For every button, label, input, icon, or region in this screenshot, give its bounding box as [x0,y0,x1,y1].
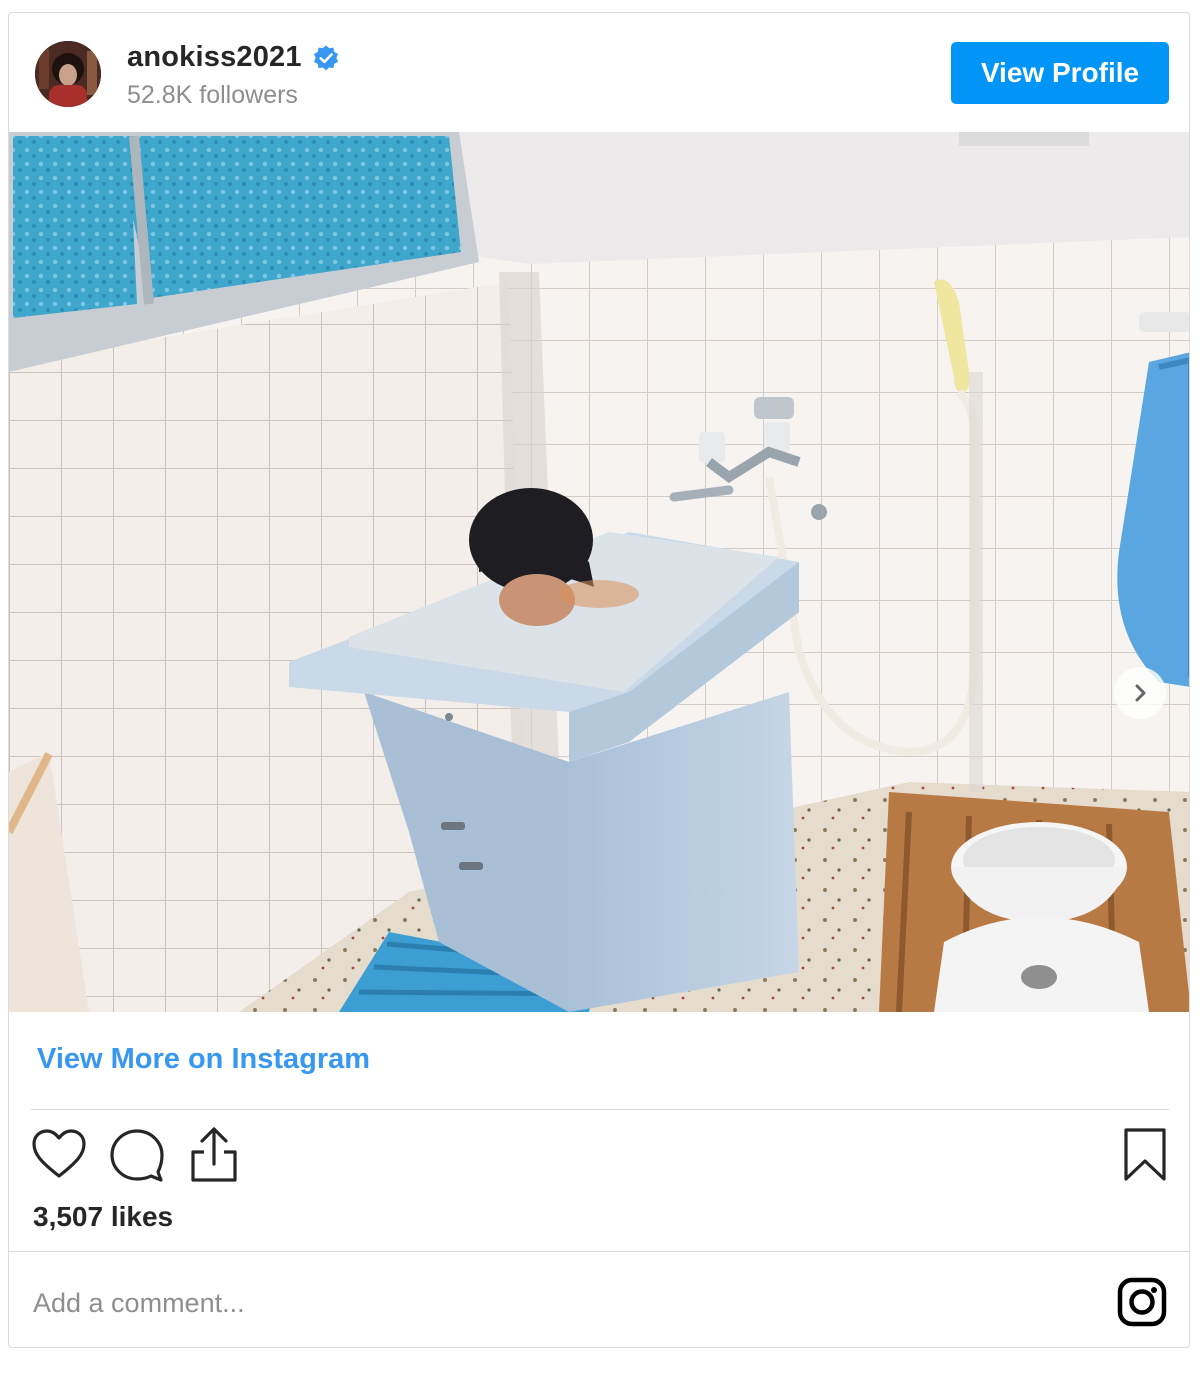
next-image-button[interactable] [1114,667,1166,719]
bathroom-photo [9,132,1189,1012]
divider [31,1109,1169,1110]
comment-icon[interactable] [109,1128,165,1182]
post-image[interactable] [9,132,1189,1012]
follower-count: 52.8K followers [127,81,298,109]
comment-input[interactable] [33,1279,1093,1327]
view-more-link[interactable]: View More on Instagram [37,1043,370,1076]
divider [9,1251,1189,1252]
view-profile-button[interactable]: View Profile [951,42,1169,104]
verified-badge-icon [313,44,338,70]
heart-icon[interactable] [31,1128,87,1180]
username-row: anokiss2021 [127,41,340,74]
bookmark-icon[interactable] [1123,1127,1167,1183]
instagram-logo-icon[interactable] [1117,1277,1167,1327]
instagram-embed-card: anokiss2021 52.8K followers View Profile [8,12,1190,1348]
avatar[interactable] [35,41,101,107]
chevron-right-icon [1135,684,1146,702]
like-count: 3,507 likes [33,1201,174,1232]
share-icon[interactable] [189,1126,239,1184]
post-header: anokiss2021 52.8K followers View Profile [9,13,1189,133]
username[interactable]: anokiss2021 [127,41,302,74]
